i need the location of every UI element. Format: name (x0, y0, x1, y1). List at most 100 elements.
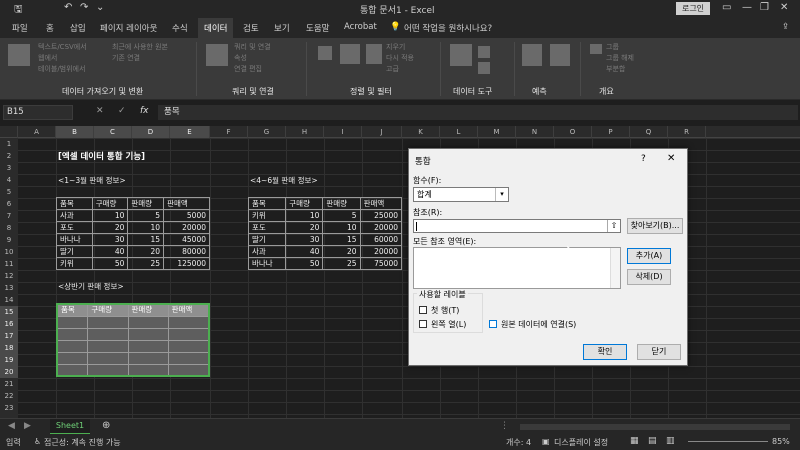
cell[interactable]: 20000 (359, 221, 403, 234)
row-header[interactable]: 22 (0, 390, 18, 402)
tab-help[interactable]: 도움말 (306, 22, 329, 34)
all-references-list[interactable] (413, 247, 621, 289)
group-icon[interactable] (590, 44, 602, 54)
row-header[interactable]: 11 (0, 258, 18, 270)
ribbon-item-edit-links[interactable]: 연결 편집 (234, 64, 262, 74)
column-header[interactable]: R (668, 126, 706, 138)
cell[interactable]: 5 (127, 209, 165, 222)
header-cell[interactable]: 판매량 (127, 303, 169, 317)
formula-input[interactable]: 품목 (158, 105, 798, 120)
cell[interactable]: 75000 (359, 257, 403, 270)
tab-view[interactable]: 보기 (274, 22, 290, 34)
header-cell[interactable]: 구매량 (91, 197, 129, 210)
close-icon[interactable]: ✕ (780, 2, 788, 13)
left-column-checkbox[interactable] (419, 320, 427, 328)
column-header[interactable]: Q (630, 126, 668, 138)
column-header[interactable]: F (210, 126, 248, 138)
column-header[interactable]: L (440, 126, 478, 138)
cell[interactable]: 25000 (359, 209, 403, 222)
header-cell[interactable]: 품목 (56, 197, 93, 210)
cell[interactable]: 20000 (359, 245, 403, 258)
tell-me-icon[interactable]: 💡 (390, 22, 401, 32)
ribbon-item-clear[interactable]: 지우기 (386, 42, 405, 52)
cancel-icon[interactable]: ✕ (96, 106, 104, 116)
ribbon-item-reapply[interactable]: 다시 적용 (386, 53, 414, 63)
column-header[interactable]: B (56, 126, 94, 138)
function-select[interactable]: 합계 ▾ (413, 187, 509, 202)
cell[interactable] (56, 363, 89, 377)
accessibility-icon[interactable]: ♿ (34, 437, 41, 446)
header-cell[interactable]: 판매량 (322, 197, 361, 210)
cell[interactable]: 50 (285, 257, 324, 270)
chevron-down-icon[interactable]: ▾ (495, 188, 508, 201)
name-box[interactable]: B15 (3, 105, 73, 120)
ribbon-item-queries-connections[interactable]: 쿼리 및 연결 (234, 42, 271, 52)
cell[interactable] (87, 363, 129, 377)
cell[interactable]: 딸기 (247, 233, 287, 246)
cell[interactable]: 25 (322, 257, 361, 270)
cell[interactable]: 45000 (163, 233, 210, 246)
cell[interactable]: 사과 (56, 209, 93, 222)
cell[interactable]: 20000 (163, 221, 210, 234)
header-cell[interactable]: 구매량 (285, 197, 324, 210)
reference-input[interactable] (413, 219, 621, 233)
page-break-view-icon[interactable]: ▥ (666, 436, 675, 446)
tab-insert[interactable]: 삽입 (70, 22, 86, 34)
forecast-sheet-icon[interactable] (550, 44, 570, 66)
row-header[interactable]: 4 (0, 174, 18, 186)
login-button[interactable]: 로그인 (676, 2, 710, 15)
cell[interactable]: 20 (285, 221, 324, 234)
cell[interactable] (87, 327, 129, 341)
sort-icon[interactable] (340, 44, 360, 64)
share-icon[interactable]: ⇪ (782, 22, 789, 32)
header-cell[interactable]: 구매량 (87, 303, 129, 317)
row-header[interactable]: 8 (0, 222, 18, 234)
refresh-all-icon[interactable] (206, 44, 228, 66)
cell[interactable]: 20 (322, 245, 361, 258)
maximize-icon[interactable]: ❐ (760, 2, 769, 13)
browse-button[interactable]: 찾아보기(B)... (627, 218, 683, 234)
cell[interactable]: 10 (91, 209, 129, 222)
tab-file[interactable]: 파일 (12, 22, 28, 34)
cell[interactable] (167, 351, 210, 365)
cell[interactable] (56, 315, 89, 329)
tab-acrobat[interactable]: Acrobat (344, 22, 377, 32)
display-icon[interactable]: ▣ (542, 437, 550, 446)
insert-function-icon[interactable]: fx (140, 106, 149, 116)
cell[interactable]: 바나나 (247, 257, 287, 270)
ribbon-item-table-range[interactable]: 테이블/범위에서 (38, 64, 85, 74)
row-header[interactable]: 14 (0, 294, 18, 306)
cell[interactable] (127, 363, 169, 377)
row-header[interactable]: 3 (0, 162, 18, 174)
select-all-corner[interactable] (0, 126, 18, 138)
tab-review[interactable]: 검토 (243, 22, 259, 34)
cell[interactable] (127, 315, 169, 329)
row-header[interactable]: 1 (0, 138, 18, 150)
column-header[interactable]: H (286, 126, 324, 138)
row-header[interactable]: 5 (0, 186, 18, 198)
header-cell[interactable]: 품목 (247, 197, 287, 210)
column-header[interactable]: E (170, 126, 210, 138)
row-header[interactable]: 19 (0, 354, 18, 366)
cell[interactable]: 포도 (56, 221, 93, 234)
ribbon-item-ungroup[interactable]: 그룹 해제 (606, 53, 634, 63)
add-sheet-icon[interactable]: ⊕ (102, 420, 110, 431)
zoom-level[interactable]: 85% (772, 437, 790, 446)
cell[interactable] (167, 363, 210, 377)
cell[interactable]: 40 (285, 245, 324, 258)
column-header[interactable]: O (554, 126, 592, 138)
column-header[interactable]: I (324, 126, 362, 138)
get-data-icon[interactable] (8, 44, 30, 66)
what-if-icon[interactable] (522, 44, 542, 66)
undo-icon[interactable]: ↶ (64, 2, 72, 13)
normal-view-icon[interactable]: ▦ (630, 436, 639, 446)
cell[interactable]: 5 (322, 209, 361, 222)
text-to-columns-icon[interactable] (450, 44, 472, 66)
cell[interactable]: 10 (285, 209, 324, 222)
cell[interactable]: 20 (127, 245, 165, 258)
cell[interactable]: 50 (91, 257, 129, 270)
row-header[interactable]: 15 (0, 306, 18, 318)
page-layout-view-icon[interactable]: ▤ (648, 436, 657, 446)
sheet-tab-sheet1[interactable]: Sheet1 (50, 419, 90, 435)
filter-icon[interactable] (366, 44, 382, 64)
